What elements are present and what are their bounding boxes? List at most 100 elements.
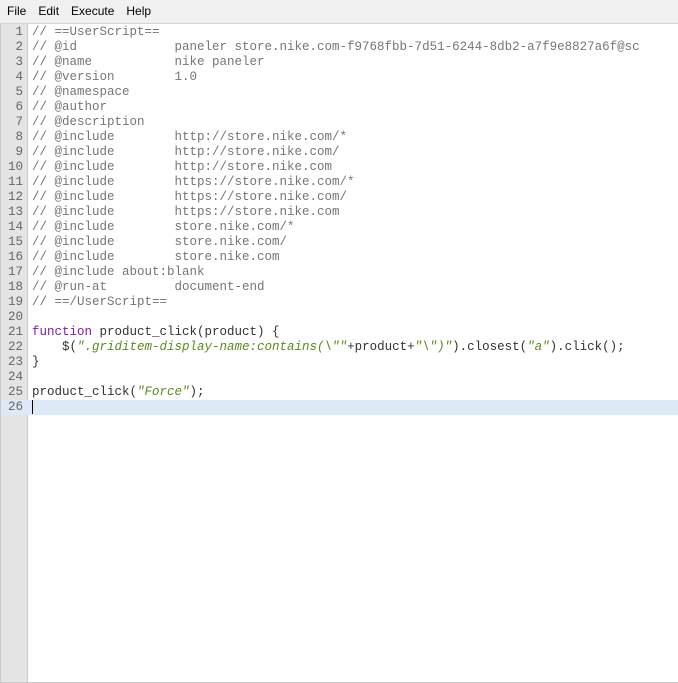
line-number: 24 — [7, 370, 23, 384]
code-line[interactable]: 9 // @include http://store.nike.com/ — [1, 145, 678, 160]
code-line[interactable]: 19 // ==/UserScript== — [1, 295, 678, 310]
line-number: 5 — [15, 85, 23, 99]
comment-text: // @include https://store.nike.com — [32, 205, 340, 219]
menu-execute[interactable]: Execute — [65, 0, 120, 23]
line-code — [32, 400, 678, 415]
menu-bar: File Edit Execute Help — [0, 0, 678, 24]
line-code: // @include store.nike.com/* — [32, 220, 678, 235]
code-line[interactable]: 26 — [1, 400, 678, 415]
line-code: // @include http://store.nike.com — [32, 160, 678, 175]
comment-text: // @description — [32, 115, 145, 129]
code-line[interactable]: 16 // @include store.nike.com — [1, 250, 678, 265]
code-line[interactable]: 13 // @include https://store.nike.com — [1, 205, 678, 220]
line-number: 17 — [7, 265, 23, 279]
comment-text: // @version 1.0 — [32, 70, 198, 84]
line-number: 26 — [7, 400, 23, 414]
line-number: 22 — [7, 340, 23, 354]
menu-edit[interactable]: Edit — [32, 0, 65, 23]
line-number: 8 — [15, 130, 23, 144]
comment-text: // @include store.nike.com — [32, 250, 280, 264]
code-line[interactable]: 8 // @include http://store.nike.com/* — [1, 130, 678, 145]
code-line[interactable]: 10 // @include http://store.nike.com — [1, 160, 678, 175]
line-code: // ==UserScript== — [32, 25, 678, 40]
line-number: 6 — [15, 100, 23, 114]
comment-text: // @include store.nike.com/ — [32, 235, 288, 249]
line-number: 3 — [15, 55, 23, 69]
line-code: // @id paneler store.nike.com-f9768fbb-7… — [32, 40, 678, 55]
code-line[interactable]: 15 // @include store.nike.com/ — [1, 235, 678, 250]
string-literal: "\")" — [414, 340, 453, 354]
line-number: 21 — [7, 325, 23, 339]
line-number: 25 — [7, 385, 23, 399]
code-line[interactable]: 2 // @id paneler store.nike.com-f9768fbb-… — [1, 40, 678, 55]
line-number: 18 — [7, 280, 23, 294]
code-line[interactable]: 21 function product_click(product) { — [1, 325, 678, 340]
line-code: function product_click(product) { — [32, 325, 678, 340]
line-code: // @description — [32, 115, 678, 130]
line-code: // @include http://store.nike.com/* — [32, 130, 678, 145]
menu-file[interactable]: File — [0, 0, 32, 23]
line-code: // @include store.nike.com — [32, 250, 678, 265]
code-line[interactable]: 1 // ==UserScript== — [1, 25, 678, 40]
line-number: 4 — [15, 70, 23, 84]
code-line[interactable]: 22 $(".griditem-display-name:contains(\"… — [1, 340, 678, 355]
line-code: // @include http://store.nike.com/ — [32, 145, 678, 160]
line-code: // @run-at document-end — [32, 280, 678, 295]
comment-text: // @name nike paneler — [32, 55, 265, 69]
line-number: 16 — [7, 250, 23, 264]
code-text: $( — [32, 340, 78, 354]
code-line[interactable]: 24 — [1, 370, 678, 385]
line-number: 15 — [7, 235, 23, 249]
comment-text: // ==/UserScript== — [32, 295, 168, 309]
line-number: 2 — [15, 40, 23, 54]
comment-text: // @include https://store.nike.com/ — [32, 190, 348, 204]
line-number: 14 — [7, 220, 23, 234]
code-text: +product+ — [347, 340, 415, 354]
line-code: // @include https://store.nike.com/ — [32, 190, 678, 205]
code-line[interactable]: 6 // @author — [1, 100, 678, 115]
code-line[interactable]: 20 — [1, 310, 678, 325]
line-code: // @version 1.0 — [32, 70, 678, 85]
text-cursor — [32, 400, 33, 414]
line-code: // @include https://store.nike.com — [32, 205, 678, 220]
code-line[interactable]: 17 // @include about:blank — [1, 265, 678, 280]
code-line[interactable]: 14 // @include store.nike.com/* — [1, 220, 678, 235]
line-number: 7 — [15, 115, 23, 129]
code-line[interactable]: 11 // @include https://store.nike.com/* — [1, 175, 678, 190]
line-number: 19 — [7, 295, 23, 309]
line-number: 23 — [7, 355, 23, 369]
code-line[interactable]: 5 // @namespace — [1, 85, 678, 100]
line-code: // @include about:blank — [32, 265, 678, 280]
line-number: 1 — [15, 25, 23, 39]
comment-text: // @include store.nike.com/* — [32, 220, 295, 234]
code-lines: 1 // ==UserScript== 2 // @id paneler store.… — [1, 25, 678, 415]
comment-text: // @id paneler store.nike.com-f9768fbb-7… — [32, 40, 640, 54]
code-text: ).closest( — [452, 340, 528, 354]
code-line[interactable]: 25 product_click("Force"); — [1, 385, 678, 400]
comment-text: // @namespace — [32, 85, 130, 99]
code-line[interactable]: 23} — [1, 355, 678, 370]
line-number: 12 — [7, 190, 23, 204]
keyword: function — [32, 325, 93, 339]
line-number: 13 — [7, 205, 23, 219]
line-code: // @include https://store.nike.com/* — [32, 175, 678, 190]
comment-text: // ==UserScript== — [32, 25, 160, 39]
code-line[interactable]: 3 // @name nike paneler — [1, 55, 678, 70]
string-literal: "a" — [527, 340, 550, 354]
comment-text: // @include http://store.nike.com/ — [32, 145, 340, 159]
code-line[interactable]: 18 // @run-at document-end — [1, 280, 678, 295]
comment-text: // @author — [32, 100, 108, 114]
code-text: product_click( — [32, 385, 138, 399]
menu-help[interactable]: Help — [120, 0, 157, 23]
line-code: $(".griditem-display-name:contains(\""+p… — [32, 340, 678, 355]
line-code: // @namespace — [32, 85, 678, 100]
line-code: // ==/UserScript== — [32, 295, 678, 310]
code-editor[interactable]: 1 // ==UserScript== 2 // @id paneler store.… — [0, 24, 678, 683]
code-line[interactable]: 7 // @description — [1, 115, 678, 130]
line-code: // @name nike paneler — [32, 55, 678, 70]
line-code: // @include store.nike.com/ — [32, 235, 678, 250]
code-line[interactable]: 4 // @version 1.0 — [1, 70, 678, 85]
line-number: 11 — [7, 175, 23, 189]
line-number: 9 — [15, 145, 23, 159]
code-line[interactable]: 12 // @include https://store.nike.com/ — [1, 190, 678, 205]
